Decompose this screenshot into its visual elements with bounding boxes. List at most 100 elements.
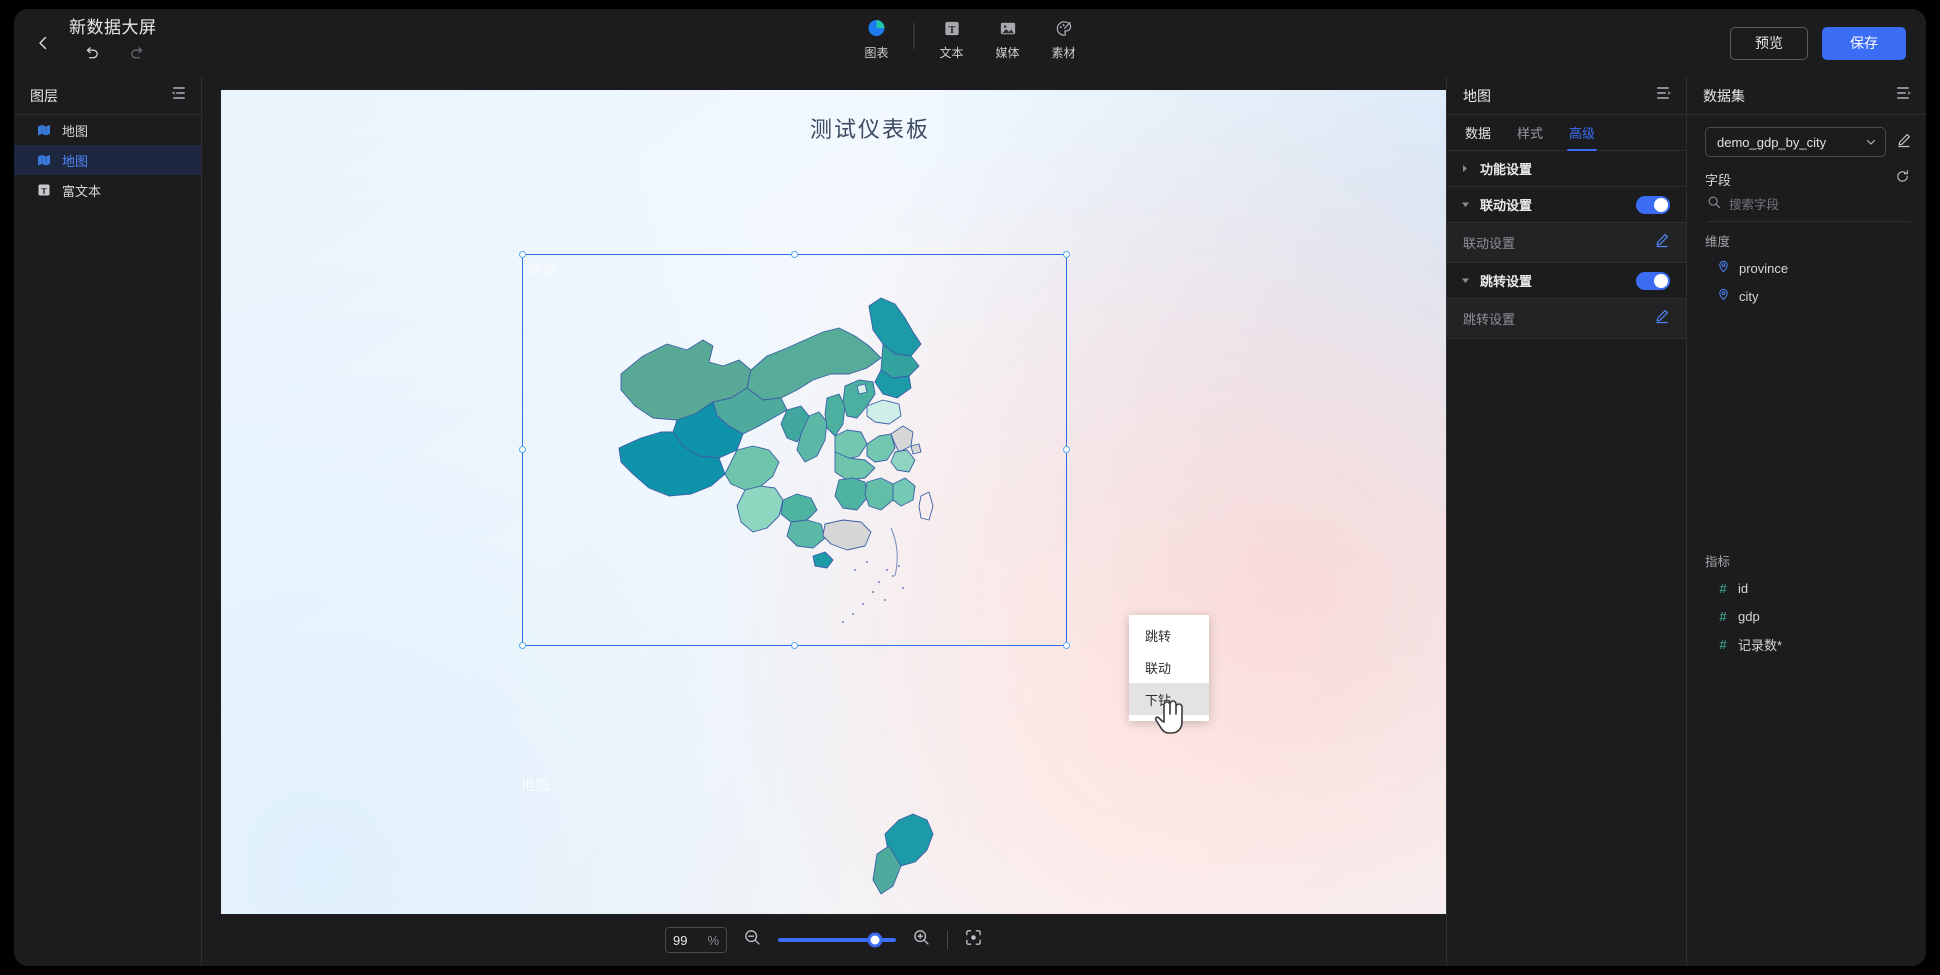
layer-item-richtext[interactable]: T 富文本 (14, 175, 201, 205)
zoom-slider-thumb[interactable] (867, 932, 883, 948)
tool-media[interactable]: 媒体 (980, 17, 1036, 61)
field-item-gdp[interactable]: # gdp (1687, 602, 1926, 630)
field-item-province[interactable]: province (1687, 254, 1926, 282)
resize-handle-top-right[interactable] (1063, 251, 1070, 258)
tab-data[interactable]: 数据 (1465, 115, 1491, 151)
dataset-select[interactable]: demo_gdp_by_city (1705, 127, 1886, 157)
edit-dataset-button[interactable] (1896, 132, 1912, 153)
collapse-panel-icon[interactable] (1655, 86, 1672, 105)
undo-button[interactable] (79, 41, 103, 65)
collapse-panel-icon[interactable] (170, 86, 187, 105)
location-pin-icon (1717, 260, 1730, 276)
dataset-panel: 数据集 demo_gdp_by_city 字段 搜索字段 维度 province… (1686, 77, 1926, 966)
section-function-settings[interactable]: 功能设置 (1447, 151, 1686, 187)
map-widget-2-label: 地图 (521, 777, 551, 793)
dataset-panel-title: 数据集 (1703, 87, 1745, 104)
field-name: 记录数* (1738, 637, 1783, 653)
dataset-selector-row: demo_gdp_by_city (1687, 115, 1926, 163)
toggle-knob (1654, 197, 1668, 212)
context-menu-item-drilldown[interactable]: 下钻 (1129, 683, 1209, 715)
layer-item-map-2[interactable]: 地图 (14, 145, 201, 175)
image-icon (998, 17, 1017, 39)
collapse-panel-icon[interactable] (1895, 86, 1912, 105)
back-button[interactable] (22, 22, 64, 64)
field-search-row[interactable] (1707, 195, 1910, 222)
map-icon (36, 122, 52, 138)
context-menu-item-jump[interactable]: 跳转 (1129, 619, 1209, 651)
tool-text[interactable]: T 文本 (924, 17, 980, 61)
app-header: 新数据大屏 图表 T 文本 媒体 素材 预览 保存 (14, 9, 1926, 77)
fit-to-screen-button[interactable] (964, 928, 983, 952)
resize-handle-bottom-left[interactable] (519, 642, 526, 649)
zoom-out-button[interactable] (743, 928, 762, 952)
chevron-right-icon (1459, 164, 1471, 173)
tool-material-label: 素材 (1051, 46, 1076, 60)
layers-panel-title: 图层 (30, 87, 58, 104)
chevron-left-icon (39, 36, 47, 50)
properties-panel-header: 地图 (1447, 77, 1686, 115)
field-name: gdp (1738, 608, 1760, 624)
china-choropleth-map[interactable] (591, 270, 991, 640)
resize-handle-top-left[interactable] (519, 251, 526, 258)
resize-handle-middle-right[interactable] (1063, 446, 1070, 453)
tab-advanced[interactable]: 高级 (1567, 115, 1598, 151)
hash-icon: # (1719, 636, 1727, 652)
hash-icon: # (1719, 608, 1727, 624)
zoom-in-button[interactable] (912, 928, 931, 952)
section-title: 跳转设置 (1480, 274, 1533, 289)
fields-header: 字段 (1687, 163, 1926, 191)
tool-material[interactable]: 素材 (1036, 17, 1092, 61)
undo-icon (86, 46, 98, 58)
field-item-record-count[interactable]: # 记录数* (1687, 630, 1926, 658)
edit-jump-button[interactable] (1654, 308, 1670, 329)
properties-panel-title: 地图 (1463, 87, 1491, 104)
layers-panel: 图层 地图 地图 T 富文本 (14, 77, 202, 966)
field-item-city[interactable]: city (1687, 282, 1926, 310)
jump-toggle[interactable] (1636, 271, 1670, 290)
map-widget-label: 地图 (528, 262, 558, 278)
save-button[interactable]: 保存 (1822, 26, 1906, 60)
dashboard-title: 测试仪表板 (809, 117, 930, 142)
section-linkage-settings[interactable]: 联动设置 (1447, 187, 1686, 223)
edit-pencil-icon (1656, 310, 1668, 324)
svg-text:T: T (948, 24, 955, 35)
tool-chart[interactable]: 图表 (849, 17, 905, 61)
redo-icon (130, 46, 142, 58)
field-search-input[interactable] (1729, 197, 1910, 212)
pie-chart-icon (867, 17, 887, 39)
dataset-panel-header: 数据集 (1687, 77, 1926, 115)
properties-panel: 地图 数据 样式 高级 功能设置 联动设置 联动设置 跳转设置 跳转设置 (1446, 77, 1686, 966)
text-icon: T (36, 182, 52, 198)
edit-pencil-icon (1656, 234, 1668, 248)
svg-text:T: T (41, 185, 47, 195)
dataset-select-value: demo_gdp_by_city (1717, 134, 1827, 150)
layer-item-map-1[interactable]: 地图 (14, 115, 201, 145)
redo-button[interactable] (125, 41, 149, 65)
zoom-slider[interactable] (778, 932, 896, 948)
tool-chart-label: 图表 (864, 46, 889, 60)
dimensions-label: 维度 (1705, 235, 1731, 249)
resize-handle-middle-left[interactable] (519, 446, 526, 453)
zoom-value-input[interactable]: 99 % (665, 927, 727, 953)
refresh-fields-button[interactable] (1895, 169, 1910, 189)
layer-item-label: 地图 (62, 123, 89, 139)
tab-style[interactable]: 样式 (1517, 115, 1543, 151)
field-item-id[interactable]: # id (1687, 574, 1926, 602)
insert-toolbar: 图表 T 文本 媒体 素材 (849, 17, 1092, 61)
layer-item-label: 富文本 (62, 183, 102, 199)
dashboard-canvas[interactable]: 测试仪表板 地图 地图 跳转 联动 下钻 (221, 90, 1446, 945)
resize-handle-top-center[interactable] (790, 251, 798, 258)
map-context-menu[interactable]: 跳转 联动 下钻 (1129, 615, 1209, 721)
location-pin-icon (1717, 288, 1730, 304)
map-icon (36, 152, 52, 168)
resize-handle-bottom-center[interactable] (790, 642, 798, 649)
edit-linkage-button[interactable] (1654, 232, 1670, 253)
context-menu-item-link[interactable]: 联动 (1129, 651, 1209, 683)
preview-button[interactable]: 预览 (1730, 26, 1808, 60)
section-jump-settings[interactable]: 跳转设置 (1447, 263, 1686, 299)
refresh-icon (1897, 170, 1908, 182)
canvas-area[interactable]: 测试仪表板 地图 地图 跳转 联动 下钻 99 % (202, 77, 1446, 966)
resize-handle-bottom-right[interactable] (1063, 642, 1070, 649)
linkage-toggle[interactable] (1636, 195, 1670, 214)
zoom-in-icon (914, 930, 929, 945)
